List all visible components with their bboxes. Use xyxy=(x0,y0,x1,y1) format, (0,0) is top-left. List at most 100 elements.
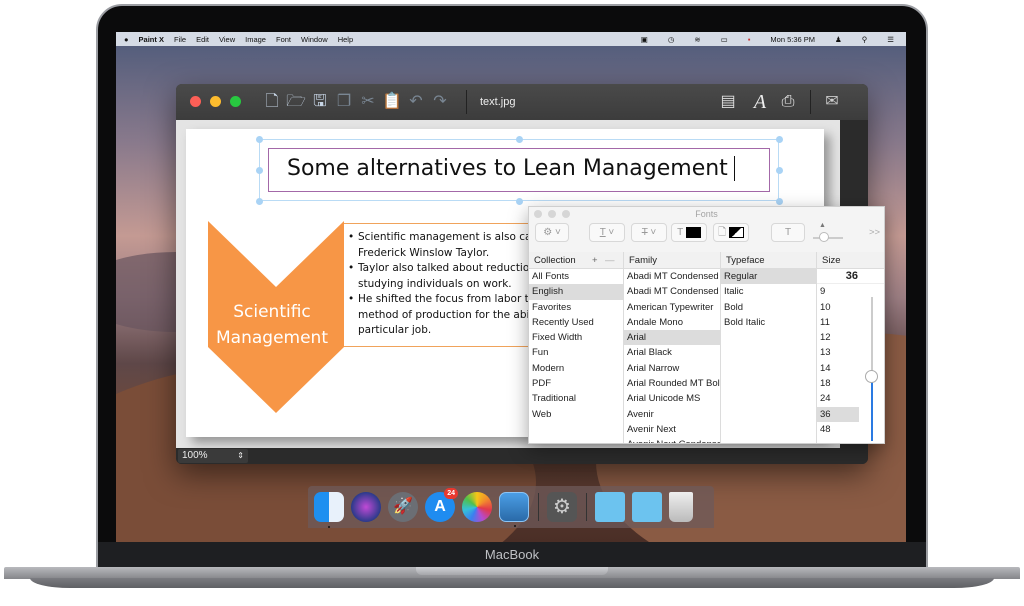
resize-handle[interactable] xyxy=(256,167,263,174)
menu-window[interactable]: Window xyxy=(301,35,328,44)
collection-item[interactable]: Fun xyxy=(529,345,623,360)
document-color-button[interactable]: 🗋 xyxy=(713,223,749,242)
flag-icon[interactable]: ▪ xyxy=(748,35,751,44)
resize-handle[interactable] xyxy=(256,198,263,205)
slide-title[interactable]: Some alternatives to Lean Management xyxy=(268,148,770,192)
trash-icon[interactable] xyxy=(669,492,693,522)
paste-icon[interactable]: 📋 xyxy=(382,92,402,112)
mail-icon[interactable]: ✉ xyxy=(822,92,842,112)
collection-item[interactable]: Fixed Width xyxy=(529,330,623,345)
script-icon[interactable]: ▣ xyxy=(641,35,648,44)
typeface-item[interactable]: Bold xyxy=(721,300,816,315)
menu-help[interactable]: Help xyxy=(338,35,353,44)
cut-icon[interactable]: ✂ xyxy=(358,92,378,112)
size-input[interactable]: 36 xyxy=(817,269,884,285)
notification-center-icon[interactable]: ☰ xyxy=(887,35,894,44)
menu-app-name[interactable]: Paint X xyxy=(139,35,164,44)
undo-icon[interactable]: ↶ xyxy=(406,92,426,112)
zoom-button[interactable] xyxy=(230,96,241,107)
fonts-panel: Fonts ⚙ ˅ T ˅ T ˅ T 🗋 T ▲ >> Collection … xyxy=(528,206,885,444)
family-item[interactable]: Arial xyxy=(624,330,720,346)
layout-icon[interactable]: ▤ xyxy=(718,92,738,112)
print-icon[interactable]: ⎙ xyxy=(778,92,798,112)
size-item[interactable]: 12 xyxy=(817,330,884,345)
redo-icon[interactable]: ↷ xyxy=(430,92,450,112)
font-icon[interactable]: A xyxy=(750,92,770,112)
collection-item[interactable]: Recently Used xyxy=(529,315,623,330)
size-item[interactable]: 10 xyxy=(817,300,884,315)
menu-file[interactable]: File xyxy=(174,35,186,44)
status-bar: 100% ⇕ xyxy=(176,448,840,464)
user-icon[interactable]: ♟ xyxy=(835,35,842,44)
resize-handle[interactable] xyxy=(516,136,523,143)
menu-edit[interactable]: Edit xyxy=(196,35,209,44)
collection-item[interactable]: All Fonts xyxy=(529,269,623,284)
resize-handle[interactable] xyxy=(776,167,783,174)
zoom-select[interactable]: 100% ⇕ xyxy=(178,449,248,463)
clock[interactable]: Mon 5:36 PM xyxy=(770,35,815,44)
applications-folder-icon[interactable] xyxy=(595,492,625,522)
menu-font[interactable]: Font xyxy=(276,35,291,44)
new-document-icon[interactable]: 🗋 xyxy=(262,92,282,112)
text-color-button[interactable]: T xyxy=(671,223,707,242)
typeface-item[interactable]: Italic xyxy=(721,284,816,299)
time-machine-icon[interactable]: ◷ xyxy=(668,35,675,44)
typeface-item[interactable]: Bold Italic xyxy=(721,315,816,330)
size-item[interactable]: 36 xyxy=(817,406,859,422)
resize-handle[interactable] xyxy=(776,198,783,205)
size-item[interactable]: 13 xyxy=(817,345,884,360)
save-icon[interactable]: 🖫 xyxy=(310,92,330,112)
size-item[interactable]: 48 xyxy=(817,422,884,437)
launchpad-icon[interactable]: 🚀 xyxy=(388,492,418,522)
typeface-item[interactable]: Regular xyxy=(721,269,816,285)
battery-icon[interactable]: ▭ xyxy=(721,35,728,44)
action-menu-button[interactable]: ⚙ ˅ xyxy=(535,223,569,242)
family-item[interactable]: Avenir Next Condensed xyxy=(624,437,720,443)
more-button[interactable]: >> xyxy=(869,227,880,238)
wifi-icon[interactable]: ≋ xyxy=(694,35,700,44)
text-shadow-button[interactable]: T xyxy=(771,223,805,242)
family-item[interactable]: Andale Mono xyxy=(624,315,720,330)
family-item[interactable]: Arial Unicode MS xyxy=(624,391,720,406)
family-item[interactable]: Arial Black xyxy=(624,345,720,360)
shadow-slider-knob[interactable] xyxy=(819,232,829,242)
add-collection-button[interactable]: + xyxy=(592,252,598,269)
menu-view[interactable]: View xyxy=(219,35,235,44)
size-item[interactable]: 24 xyxy=(817,391,884,406)
size-item[interactable]: 11 xyxy=(817,315,884,330)
spotlight-icon[interactable]: ⚲ xyxy=(862,35,868,44)
family-item[interactable]: Arial Rounded MT Bold xyxy=(624,376,720,391)
resize-handle[interactable] xyxy=(516,198,523,205)
siri-icon[interactable] xyxy=(351,492,381,522)
system-preferences-icon[interactable]: ⚙ xyxy=(547,492,577,522)
family-item[interactable]: Abadi MT Condensed Extra Bold xyxy=(624,269,720,284)
close-button[interactable] xyxy=(190,96,201,107)
family-item[interactable]: American Typewriter xyxy=(624,300,720,315)
minimize-button[interactable] xyxy=(210,96,221,107)
collection-item[interactable]: Web xyxy=(529,407,623,422)
apple-icon[interactable]: ● xyxy=(124,35,129,44)
app-store-icon[interactable]: A 24 xyxy=(425,488,458,522)
resize-handle[interactable] xyxy=(256,136,263,143)
remove-collection-button[interactable]: — xyxy=(605,252,615,269)
copy-icon[interactable]: ❐ xyxy=(334,92,354,112)
resize-handle[interactable] xyxy=(776,136,783,143)
menu-image[interactable]: Image xyxy=(245,35,266,44)
underline-button[interactable]: T ˅ xyxy=(589,223,625,242)
family-item[interactable]: Avenir Next xyxy=(624,422,720,437)
open-folder-icon[interactable]: 🗁 xyxy=(286,92,306,112)
family-item[interactable]: Avenir xyxy=(624,407,720,422)
finder-icon[interactable] xyxy=(314,492,344,528)
size-item[interactable]: 9 xyxy=(817,284,884,299)
collection-item[interactable]: Modern xyxy=(529,361,623,376)
collection-item[interactable]: Favorites xyxy=(529,300,623,315)
paint-x-icon[interactable] xyxy=(499,492,529,527)
family-item[interactable]: Abadi MT Condensed Light xyxy=(624,284,720,299)
downloads-folder-icon[interactable] xyxy=(632,492,662,522)
collection-item[interactable]: PDF xyxy=(529,376,623,391)
photos-icon[interactable] xyxy=(462,492,492,522)
family-item[interactable]: Arial Narrow xyxy=(624,361,720,376)
collection-item[interactable]: English xyxy=(529,284,623,300)
collection-item[interactable]: Traditional xyxy=(529,391,623,406)
strikethrough-button[interactable]: T ˅ xyxy=(631,223,667,242)
